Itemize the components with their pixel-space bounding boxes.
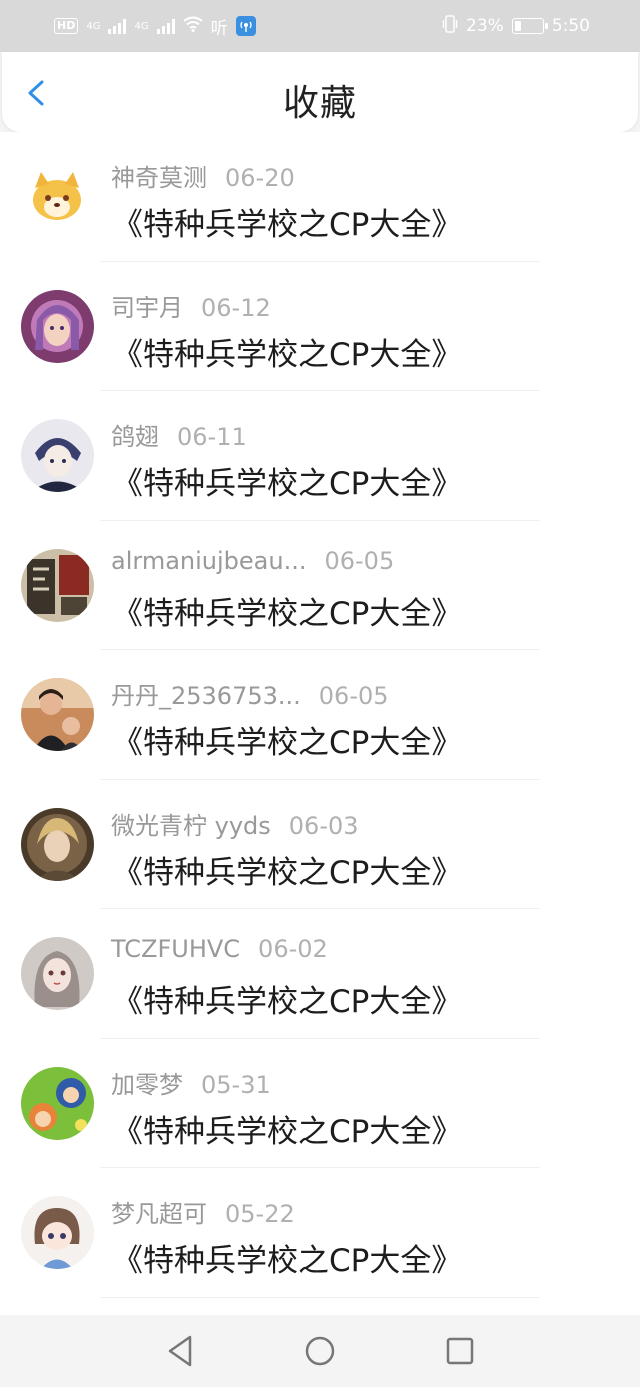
collection-title: 《特种兵学校之CP大全》 — [112, 984, 463, 1020]
hear-label: 听 — [210, 18, 228, 39]
user-name: 神奇莫测 — [111, 164, 207, 192]
list-item[interactable]: 司宇月 06-12 《特种兵学校之CP大全》 — [0, 262, 640, 391]
collect-date: 06-11 — [177, 423, 247, 451]
status-right: 23% 5:50 — [442, 14, 590, 38]
list-item[interactable]: 丹丹_2536753... 06-05 《特种兵学校之CP大全》 — [0, 650, 640, 780]
user-name: 梦凡超可 — [111, 1200, 207, 1228]
cartoon-avatar — [21, 1066, 94, 1140]
item-meta: 丹丹_2536753... 06-05 — [111, 676, 389, 711]
user-name: 加零梦 — [111, 1070, 183, 1099]
avatar[interactable] — [21, 678, 94, 751]
item-meta: 司宇月 06-12 — [111, 288, 271, 323]
collect-date: 06-03 — [288, 811, 359, 840]
collection-title: 《特种兵学校之CP大全》 — [112, 207, 463, 243]
list-item[interactable]: 梦凡超可 05-22 《特种兵学校之CP大全》 — [0, 1168, 640, 1298]
item-meta: 加零梦 05-31 — [111, 1065, 271, 1100]
collect-date: 06-12 — [201, 293, 271, 322]
nav-recents-button[interactable] — [440, 1331, 480, 1371]
princess-avatar — [21, 289, 94, 363]
avatar[interactable] — [21, 1196, 94, 1269]
item-meta: 鸽翅 06-11 — [111, 417, 247, 452]
avatar[interactable] — [21, 807, 94, 881]
avatar[interactable] — [21, 160, 94, 233]
collect-date: 05-31 — [201, 1070, 271, 1099]
divider — [100, 1296, 540, 1298]
battery-icon — [511, 18, 548, 34]
list-item[interactable]: TCZFUHVC 06-02 《特种兵学校之CP大全》 — [0, 909, 640, 1039]
clock: 5:50 — [551, 16, 590, 36]
avatar[interactable] — [21, 1066, 94, 1140]
nav-back-button[interactable] — [160, 1331, 200, 1371]
battery-percent: 23% — [466, 16, 504, 36]
user-name: 鸽翅 — [111, 423, 159, 451]
list-item[interactable]: alrmaniujbeau... 06-05 《特种兵学校之CP大全》 — [0, 521, 640, 650]
collection-title: 《特种兵学校之CP大全》 — [112, 1113, 463, 1150]
item-meta: 微光青柠 yyds 06-03 — [111, 806, 359, 841]
item-meta: TCZFUHVC 06-02 — [111, 935, 328, 963]
item-meta: 梦凡超可 05-22 — [111, 1194, 295, 1229]
list-item[interactable]: 微光青柠 yyds 06-03 《特种兵学校之CP大全》 — [0, 780, 640, 909]
header: 收藏 — [2, 52, 638, 132]
item-meta: 神奇莫测 06-20 — [111, 158, 295, 193]
avatar[interactable] — [21, 419, 94, 492]
anime-girl-avatar — [21, 937, 94, 1010]
favorites-list: 神奇莫测 06-20 《特种兵学校之CP大全》 司宇月 06-12 《特种兵学校之CP大全… — [0, 132, 640, 1315]
poster-avatar — [21, 548, 94, 622]
collection-title: 《特种兵学校之CP大全》 — [112, 595, 463, 632]
avatar[interactable] — [21, 937, 94, 1010]
collection-title: 《特种兵学校之CP大全》 — [112, 725, 463, 761]
status-left: HD 4G 4G 听 — [54, 14, 256, 39]
user-name: 丹丹_2536753... — [111, 682, 301, 710]
collect-date: 06-20 — [225, 164, 295, 192]
signal-icon — [156, 18, 175, 34]
list-item[interactable]: 加零梦 05-31 《特种兵学校之CP大全》 — [0, 1039, 640, 1168]
item-meta: alrmaniujbeau... 06-05 — [111, 547, 394, 575]
page-title: 收藏 — [282, 83, 357, 124]
user-name: alrmaniujbeau... — [111, 546, 307, 575]
wifi-icon — [182, 16, 203, 37]
collect-date: 06-05 — [324, 546, 395, 575]
user-name: TCZFUHVC — [111, 935, 241, 963]
painting-avatar — [21, 807, 94, 881]
hd-badge: HD — [54, 18, 79, 34]
system-nav-bar — [0, 1315, 640, 1387]
nav-home-button[interactable] — [300, 1331, 340, 1371]
square-recents-icon — [446, 1337, 474, 1365]
user-name: 司宇月 — [111, 293, 183, 322]
list-item[interactable]: 鸽翅 06-11 《特种兵学校之CP大全》 — [0, 391, 640, 521]
network-type-1: 4G — [86, 20, 101, 32]
list-item[interactable]: 神奇莫测 06-20 《特种兵学校之CP大全》 — [0, 132, 640, 262]
collection-title: 《特种兵学校之CP大全》 — [112, 336, 463, 373]
anime-boy-avatar — [21, 419, 94, 492]
shiba-avatar — [21, 160, 94, 233]
network-type-2: 4G — [134, 20, 149, 32]
circle-home-icon — [305, 1336, 335, 1366]
collection-title: 《特种兵学校之CP大全》 — [112, 1243, 463, 1279]
vibrate-icon — [442, 14, 458, 38]
status-bar: HD 4G 4G 听 23% 5:50 — [0, 0, 640, 52]
triangle-back-icon — [168, 1335, 192, 1367]
collection-title: 《特种兵学校之CP大全》 — [112, 466, 463, 502]
collection-title: 《特种兵学校之CP大全》 — [112, 854, 463, 891]
chibi-avatar — [21, 1196, 94, 1269]
hear-app-icon — [235, 16, 256, 36]
user-name: 微光青柠 yyds — [111, 811, 271, 840]
collect-date: 05-22 — [225, 1200, 295, 1228]
photo-avatar — [21, 678, 94, 751]
avatar[interactable] — [21, 289, 94, 363]
collect-date: 06-05 — [318, 682, 389, 710]
avatar[interactable] — [21, 548, 94, 622]
signal-icon — [108, 18, 127, 34]
collect-date: 06-02 — [258, 935, 328, 963]
